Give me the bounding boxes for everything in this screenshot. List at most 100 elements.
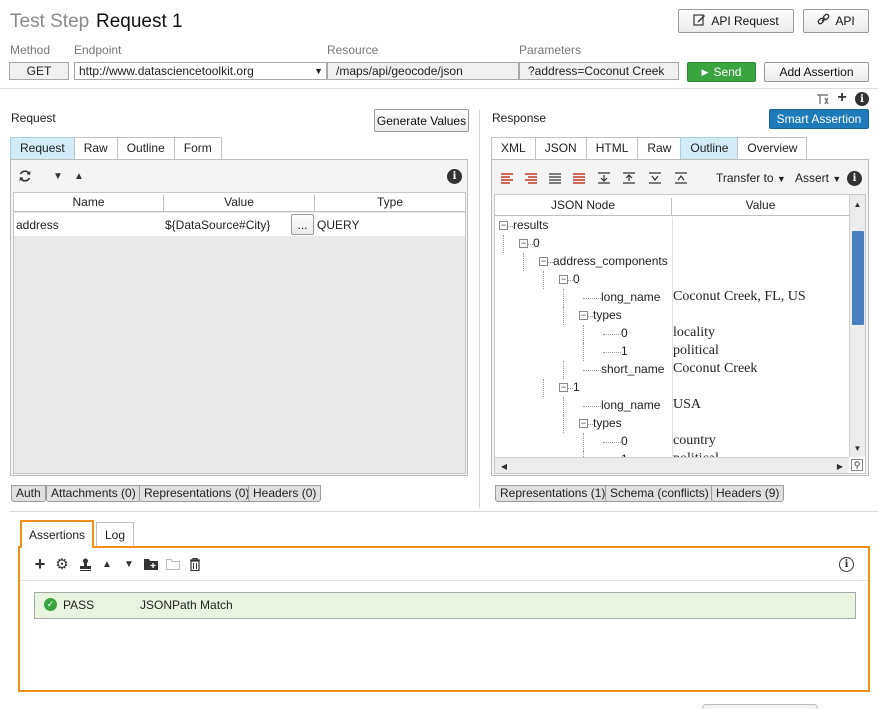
tree-node[interactable]: − address_components [495,253,845,271]
scrollbar-thumb[interactable] [852,231,864,325]
method-label: Method [10,43,51,57]
tab-raw[interactable]: Raw [637,137,682,159]
tree-node[interactable]: short_name Coconut Creek [495,361,845,379]
align-icon[interactable] [548,171,562,185]
table-row[interactable]: address ${DataSource#City} ... QUERY [14,213,465,236]
tab-auth[interactable]: Auth [11,485,46,502]
assertion-row[interactable]: ✓ PASS JSONPath Match [34,592,856,619]
align-icon[interactable] [572,171,586,185]
gear-icon[interactable]: ⚙ [55,556,69,573]
scroll-right-icon[interactable]: ▶ [833,459,847,473]
tab-log[interactable]: Log [96,522,134,547]
tree-node[interactable]: − types [495,415,845,433]
format-icon[interactable] [815,92,829,106]
assertion-name: JSONPath Match [140,598,233,612]
tab-attachments[interactable]: Attachments (0) [46,485,141,502]
collapse-toggle-icon[interactable]: − [519,239,528,248]
move-up-icon[interactable] [648,171,662,185]
info-icon[interactable]: i [855,92,869,106]
tab-xml[interactable]: XML [491,137,536,159]
move-down-icon[interactable]: ▼ [122,557,136,571]
align-icon[interactable] [524,171,538,185]
endpoint-field[interactable]: http://www.datasciencetoolkit.org ▼ [74,62,327,80]
scroll-left-icon[interactable]: ◀ [497,459,511,473]
refresh-icon[interactable] [17,168,33,184]
chevron-up-icon[interactable]: ▲ [72,169,86,183]
folder-add-icon[interactable] [144,557,158,571]
chevron-down-icon[interactable]: ▼ [314,63,323,79]
move-down-icon[interactable] [674,171,688,185]
scroll-down-icon[interactable]: ▼ [850,441,865,455]
tree-node[interactable]: −0 [495,235,845,253]
api-button[interactable]: API [803,9,869,33]
tree-node[interactable]: 1 political [495,343,845,361]
tree-node[interactable]: − types [495,307,845,325]
collapse-icon[interactable] [597,171,611,185]
tab-html[interactable]: HTML [585,137,639,159]
stamp-icon[interactable] [78,557,92,571]
tab-headers[interactable]: Headers (9) [711,485,785,502]
column-value[interactable]: Value [672,198,849,216]
tree-node[interactable]: long_name USA [495,397,845,415]
info-icon[interactable]: i [839,557,854,572]
tree-node[interactable]: − results [495,217,845,235]
scroll-up-icon[interactable]: ▲ [850,197,865,211]
collapse-toggle-icon[interactable]: − [559,275,568,284]
method-select[interactable]: GET [9,62,69,80]
move-up-icon[interactable]: ▲ [100,557,114,571]
column-name[interactable]: Name [14,195,164,212]
tab-outline[interactable]: Outline [680,137,739,159]
tab-raw[interactable]: Raw [73,137,118,159]
expand-icon[interactable] [622,171,636,185]
assert-dropdown[interactable]: Assert ▼ [795,171,841,185]
api-request-button[interactable]: API Request [678,9,794,33]
align-icon[interactable] [500,171,514,185]
resource-field[interactable]: /maps/api/geocode/json [327,62,519,80]
tree-node[interactable]: 0 locality [495,325,845,343]
generate-values-button[interactable]: Generate Values [374,109,469,132]
chevron-down-icon[interactable]: ▼ [51,169,65,183]
search-icon[interactable]: ⚲ [851,459,863,471]
add-icon[interactable]: + [33,554,47,574]
column-type[interactable]: Type [315,195,465,212]
column-value[interactable]: Value [164,195,315,212]
collapse-toggle-icon[interactable]: − [579,311,588,320]
tab-outline[interactable]: Outline [116,137,175,159]
tree-node[interactable]: long_name Coconut Creek, FL, US [495,289,845,307]
info-icon[interactable]: i [847,171,862,186]
collapse-toggle-icon[interactable]: − [499,221,508,230]
tree-connector [563,397,564,415]
info-icon[interactable]: i [447,169,462,184]
vertical-scrollbar[interactable]: ▲ ▼ [849,195,865,457]
smart-assertion-button[interactable]: Smart Assertion [769,109,869,129]
tab-request[interactable]: Request [10,137,75,159]
param-value[interactable]: ${DataSource#City} [165,218,270,232]
collapse-toggle-icon[interactable]: − [539,257,548,266]
param-type[interactable]: QUERY [317,218,359,232]
collapse-toggle-icon[interactable]: − [579,419,588,428]
tree-node[interactable]: 0 country [495,433,845,451]
tree-node[interactable]: −0 [495,271,845,289]
send-button[interactable]: ▶ Send [687,62,756,82]
transfer-to-dropdown[interactable]: Transfer to ▼ [716,171,786,185]
parameters-label: Parameters [519,43,582,57]
tab-schema[interactable]: Schema (conflicts) [605,485,714,502]
ellipsis-button[interactable]: ... [291,214,314,235]
add-assertion-button[interactable]: Add Assertion [764,62,869,82]
tab-headers[interactable]: Headers (0) [248,485,322,502]
tab-form[interactable]: Form [173,137,222,159]
tab-representations[interactable]: Representations (1) [495,485,611,502]
tab-representations[interactable]: Representations (0) [139,485,255,502]
tab-overview[interactable]: Overview [737,137,808,159]
trash-icon[interactable] [188,557,202,571]
column-json-node[interactable]: JSON Node [495,198,672,216]
parameters-field[interactable]: ?address=Coconut Creek [519,62,679,80]
panel-splitter[interactable] [479,110,480,508]
plus-icon[interactable]: + [835,89,849,106]
horizontal-scrollbar[interactable]: ◀ ▶ [495,457,849,473]
collapse-toggle-icon[interactable]: − [559,383,568,392]
tab-assertions[interactable]: Assertions [20,520,94,548]
tree-node[interactable]: −1 [495,379,845,397]
tab-json[interactable]: JSON [534,137,587,159]
footer-button-edge[interactable] [702,704,818,709]
